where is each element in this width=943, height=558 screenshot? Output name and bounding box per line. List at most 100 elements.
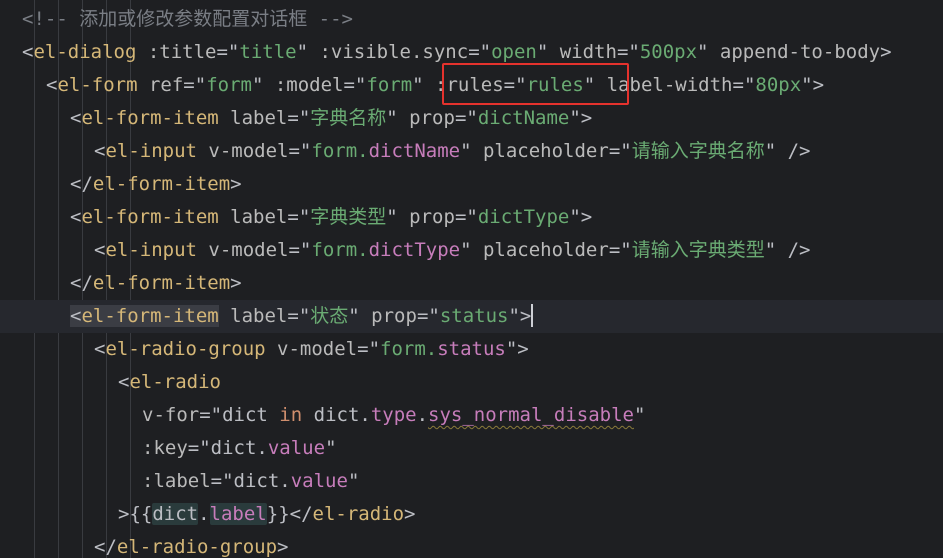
code-token: " <box>296 41 309 63</box>
code-token: </ <box>70 173 93 195</box>
code-token: < <box>94 140 106 162</box>
code-token: v-for <box>142 404 200 426</box>
code-line[interactable]: <el-radio-group v-model="form.status"> <box>0 333 943 366</box>
code-token: width <box>548 41 617 63</box>
code-token: =" <box>287 206 311 228</box>
code-token: "> <box>569 206 593 228</box>
code-token: value <box>290 470 348 492</box>
code-token: . <box>198 503 210 525</box>
code-token: " <box>536 41 549 63</box>
code-token: ref <box>137 74 184 96</box>
code-token: status <box>439 305 509 327</box>
code-token: " <box>412 74 424 96</box>
code-token: prop <box>359 305 417 327</box>
code-token: form <box>206 74 252 96</box>
code-token: dict. <box>210 437 268 459</box>
code-token: el-form-item <box>81 305 219 327</box>
code-token: :model <box>263 74 344 96</box>
code-token: :label <box>142 470 211 492</box>
code-token: v-model <box>196 239 289 261</box>
code-token: " <box>460 140 472 162</box>
code-line[interactable]: </el-radio-group> <box>0 531 943 558</box>
code-token: open <box>491 41 537 63</box>
code-line[interactable]: <el-radio <box>0 366 943 399</box>
code-token: :rules <box>423 74 504 96</box>
code-token: =" <box>187 437 211 459</box>
code-token: prop <box>397 107 455 129</box>
code-editor[interactable]: <!-- 添加或修改参数配置对话框 --> <el-dialog :title="… <box>0 0 943 558</box>
code-token: =" <box>210 470 234 492</box>
code-token: </ <box>70 272 93 294</box>
code-line[interactable]: :key="dict.value" <box>0 432 943 465</box>
code-token: < <box>118 371 130 393</box>
code-token: "> <box>505 338 529 360</box>
code-line[interactable]: >{{dict.label}}</el-radio> <box>0 498 943 531</box>
code-line[interactable]: v-for="dict in dict.type.sys_normal_disa… <box>0 399 943 432</box>
code-token: "> <box>508 305 532 327</box>
code-token: =" <box>616 41 640 63</box>
code-token: el-radio-group <box>105 338 266 360</box>
code-token: form <box>366 74 413 96</box>
code-line-current[interactable]: <el-form-item label="状态" prop="status"> <box>0 300 943 333</box>
code-token: form. <box>311 140 369 162</box>
code-token: =" <box>454 206 478 228</box>
code-token: v-model <box>196 140 289 162</box>
code-token: 状态 <box>310 305 349 327</box>
code-line[interactable]: </el-form-item> <box>0 267 943 300</box>
code-token: el-radio-group <box>116 536 278 558</box>
code-token: =" <box>503 74 527 96</box>
code-token: =" <box>183 74 207 96</box>
code-token: "> <box>801 74 825 96</box>
code-token: =" <box>288 239 312 261</box>
code-token: =" <box>216 41 240 63</box>
code-token: =" <box>454 107 478 129</box>
code-token: :visible.sync <box>308 41 469 63</box>
code-token: < <box>70 206 82 228</box>
code-token: " /> <box>764 140 811 162</box>
code-line[interactable]: <el-form-item label="字典名称" prop="dictNam… <box>0 102 943 135</box>
code-line[interactable]: :label="dict.value" <box>0 465 943 498</box>
code-token: dictName <box>368 140 461 162</box>
code-token: dict <box>152 503 199 525</box>
code-token: >{{ <box>118 503 153 525</box>
code-token: status <box>437 338 506 360</box>
code-token: el-input <box>105 140 197 162</box>
code-token: > <box>404 503 416 525</box>
code-token: form. <box>380 338 438 360</box>
code-line[interactable]: <el-form ref="form" :model="form" :rules… <box>0 69 943 102</box>
code-token: =" <box>287 305 311 327</box>
code-token: =" <box>468 41 492 63</box>
code-token: > <box>230 272 242 294</box>
code-token: =" <box>343 74 367 96</box>
code-line[interactable]: <el-input v-model="form.dictType" placeh… <box>0 234 943 267</box>
code-line[interactable]: <el-input v-model="form.dictName" placeh… <box>0 135 943 168</box>
code-token: in <box>279 404 303 426</box>
code-token: dictType <box>368 239 461 261</box>
code-token: el-form-item <box>92 272 231 294</box>
code-token: =" <box>288 140 312 162</box>
code-token: </ <box>94 536 117 558</box>
code-token: 字典类型 <box>310 206 387 228</box>
code-token: . <box>416 404 429 426</box>
code-token: < <box>94 239 106 261</box>
code-token: 80px <box>755 74 802 96</box>
code-token: < <box>22 41 34 63</box>
code-line[interactable]: <el-dialog :title="title" :visible.sync=… <box>0 36 943 69</box>
code-token: > <box>277 536 289 558</box>
code-token: 请输入字典类型 <box>631 239 765 261</box>
code-line[interactable]: </el-form-item> <box>0 168 943 201</box>
code-token: <!-- 添加或修改参数配置对话框 --> <box>22 8 353 30</box>
code-token: value <box>267 437 326 459</box>
code-token: =" <box>608 140 632 162</box>
code-token: " <box>348 305 360 327</box>
code-token: "> <box>569 107 593 129</box>
code-token: =" <box>287 107 311 129</box>
code-line[interactable]: <!-- 添加或修改参数配置对话框 --> <box>0 3 943 36</box>
code-token: form. <box>311 239 369 261</box>
code-token: el-radio <box>129 371 221 393</box>
code-token: el-dialog <box>33 41 137 63</box>
code-token: dictName <box>477 107 570 129</box>
code-token: " <box>583 74 596 96</box>
code-token: sys_normal_disable <box>428 404 634 426</box>
code-line[interactable]: <el-form-item label="字典类型" prop="dictTyp… <box>0 201 943 234</box>
